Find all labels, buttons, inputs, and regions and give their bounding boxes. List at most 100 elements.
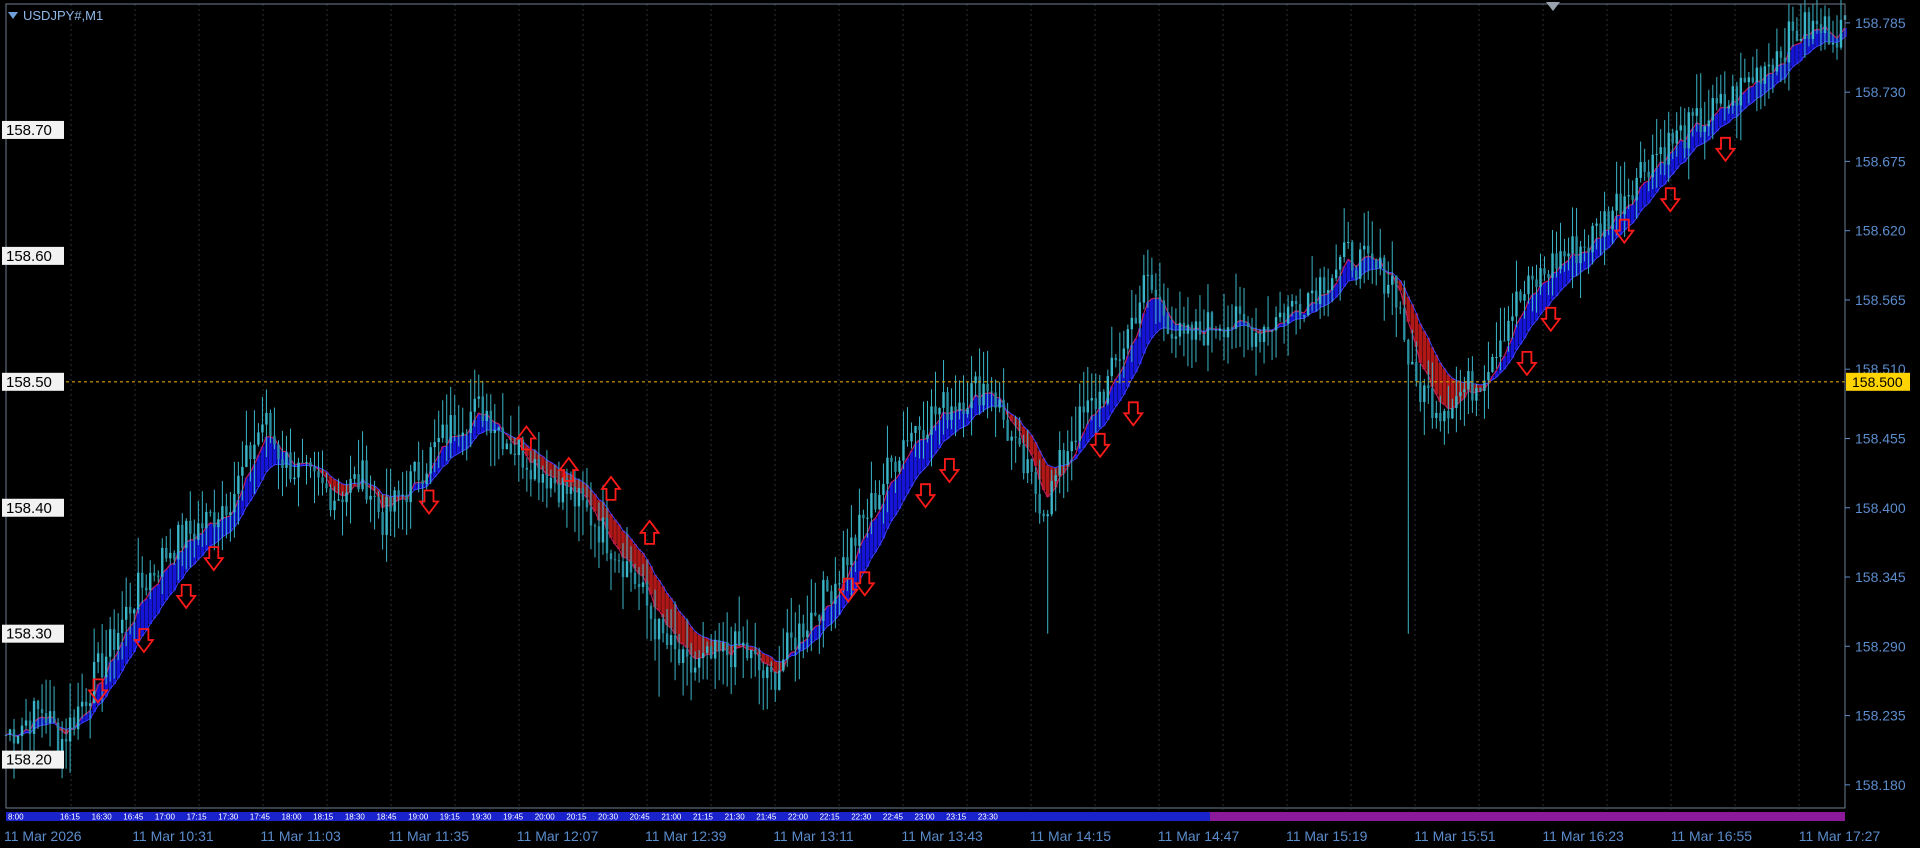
- candle-body: [1399, 307, 1402, 309]
- candle-body: [1615, 193, 1618, 211]
- candle-body: [1190, 324, 1194, 340]
- candle-body: [766, 666, 769, 679]
- time-axis[interactable]: 11 Mar 2026 11 Mar 10:31 11 Mar 11:03 11 Ma…: [4, 828, 1880, 844]
- candle-body: [1078, 406, 1081, 441]
- candle-body: [1174, 336, 1178, 339]
- candle-body: [613, 559, 617, 561]
- up-arrow-icon: [914, 483, 937, 509]
- candle-body: [721, 642, 725, 652]
- candle-body: [1198, 321, 1202, 335]
- candle-body: [225, 506, 228, 516]
- candle-body: [64, 739, 68, 742]
- candle-body: [1230, 327, 1234, 329]
- chart-frame: [5, 3, 1846, 809]
- price-axis[interactable]: 158.785 158.730 158.675 158.620 158.565 158.5…: [1845, 15, 1906, 793]
- candle-body: [798, 623, 801, 650]
- time-tick-label: 11 Mar 11:35: [389, 828, 470, 844]
- candle-body: [1715, 98, 1718, 104]
- candle-body: [830, 591, 833, 604]
- candle-body: [461, 432, 464, 437]
- candle-body: [1763, 66, 1767, 84]
- candle-body: [449, 415, 452, 444]
- candle-body: [269, 412, 272, 436]
- candle-body: [273, 435, 276, 445]
- candle-body: [1030, 459, 1033, 472]
- candle-body: [874, 493, 877, 510]
- candle-body: [48, 711, 52, 724]
- candle-body: [854, 537, 857, 546]
- session-label: 17:15: [187, 813, 208, 822]
- candle-body: [673, 635, 677, 650]
- session-label: 17:45: [250, 813, 271, 822]
- candle-body: [1010, 436, 1013, 441]
- candle-body: [1535, 279, 1538, 287]
- session-label: 19:30: [471, 813, 492, 822]
- candle-body: [1114, 357, 1118, 361]
- candle-body: [1238, 306, 1242, 314]
- candle-body: [778, 670, 781, 690]
- candle-body: [257, 432, 260, 445]
- candle-body: [465, 432, 468, 434]
- candle-body: [1411, 361, 1414, 365]
- candle-body: [1455, 396, 1458, 409]
- time-tick-label: 11 Mar 16:55: [1671, 828, 1753, 844]
- candle-body: [1547, 274, 1550, 278]
- candle-body: [661, 618, 665, 634]
- candle-body: [1719, 94, 1722, 104]
- candle-body: [1551, 253, 1554, 278]
- candle-body: [421, 480, 424, 484]
- candle-body: [1002, 399, 1005, 420]
- candle-body: [950, 406, 953, 420]
- candle-body: [1046, 514, 1049, 517]
- session-label: 16:15: [60, 813, 81, 822]
- candle-body: [321, 477, 324, 484]
- price-tick-label: 158.400: [1855, 500, 1906, 516]
- candle-body: [1775, 51, 1779, 72]
- candle-body: [1250, 327, 1254, 347]
- candle-body: [762, 670, 765, 679]
- candle-body: [1342, 242, 1346, 258]
- up-arrow-icon: [1089, 432, 1111, 459]
- candle-body: [621, 561, 625, 578]
- candle-body: [1371, 253, 1374, 260]
- candle-body: [585, 500, 589, 508]
- candle-body: [1158, 296, 1162, 301]
- session-label: 20:30: [598, 813, 619, 822]
- candle-body: [1106, 376, 1109, 404]
- candle-body: [1687, 112, 1690, 149]
- scroll-marker-icon[interactable]: [1546, 2, 1560, 11]
- candle-body: [541, 474, 545, 483]
- candle-body: [1310, 290, 1314, 294]
- candle-body: [201, 523, 204, 529]
- candle-body: [1787, 21, 1791, 63]
- candle-body: [317, 471, 320, 478]
- candle-body: [501, 427, 505, 450]
- symbol-header[interactable]: USDJPY#,M1: [8, 8, 103, 23]
- candle-body: [1266, 326, 1270, 331]
- candle-body: [305, 462, 308, 464]
- candle-body: [1811, 20, 1815, 40]
- candle-body: [898, 460, 901, 472]
- candle-body: [1479, 387, 1482, 392]
- left-price-label: 158.70: [6, 122, 52, 139]
- candle-body: [1639, 162, 1642, 178]
- session-label: 21:15: [693, 813, 714, 822]
- candle-body: [1655, 153, 1658, 155]
- candle-body: [1298, 304, 1302, 316]
- candle-body: [1246, 322, 1250, 328]
- candle-body: [625, 561, 629, 578]
- chevron-down-icon[interactable]: [8, 12, 18, 19]
- candle-body: [549, 477, 553, 489]
- price-chart[interactable]: 158.785 158.730 158.675 158.620 158.565 158.5…: [0, 0, 1920, 848]
- candle-body: [44, 713, 48, 724]
- candle-body: [1795, 30, 1799, 41]
- candle-body: [469, 411, 472, 434]
- session-label: 18:30: [345, 813, 366, 822]
- candle-body: [1543, 268, 1546, 275]
- candle-body: [866, 517, 869, 519]
- left-price-label: 158.50: [6, 374, 52, 391]
- candle-body: [1419, 381, 1422, 403]
- candle-body: [145, 587, 148, 591]
- candle-body: [241, 466, 244, 476]
- candle-body: [838, 583, 841, 585]
